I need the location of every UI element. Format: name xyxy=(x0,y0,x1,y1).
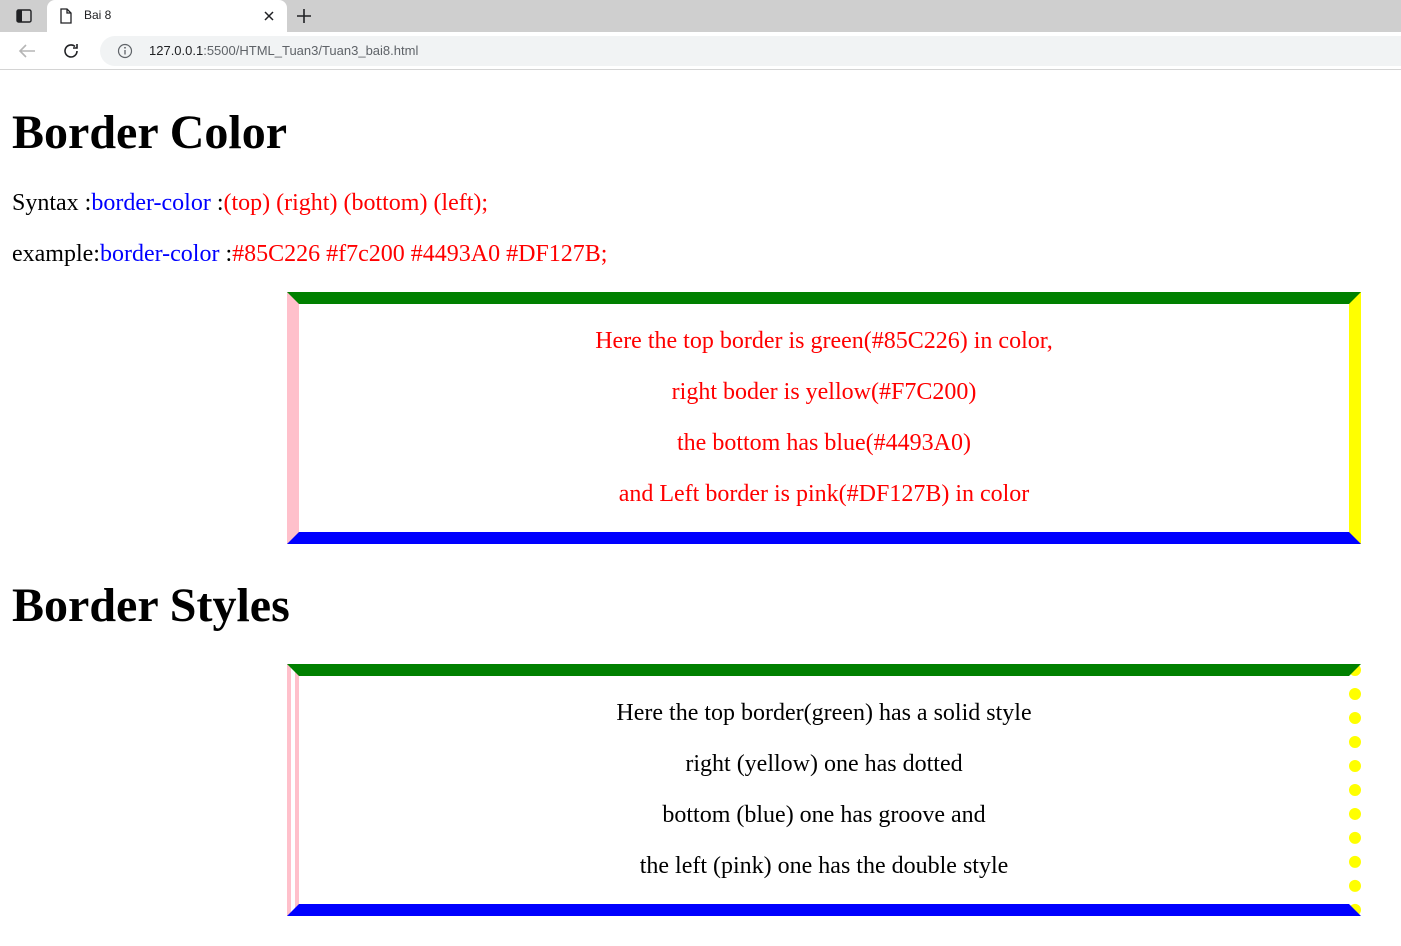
address-bar[interactable]: 127.0.0.1:5500/HTML_Tuan3/Tuan3_bai8.htm… xyxy=(100,36,1401,66)
example-label: example: xyxy=(12,241,100,267)
box-line: bottom (blue) one has groove and xyxy=(662,802,986,828)
back-arrow-icon[interactable] xyxy=(16,40,38,62)
example-line: example:border-color :#85C226 #f7c200 #4… xyxy=(12,242,607,266)
syntax-value: (top) (right) (bottom) (left); xyxy=(223,190,489,216)
tab-strip: Bai 8 xyxy=(0,0,1401,32)
box-line: the left (pink) one has the double style xyxy=(639,853,1009,879)
page-icon xyxy=(59,8,73,24)
example-property: border-color xyxy=(99,241,220,267)
syntax-separator: : xyxy=(210,190,224,216)
info-icon[interactable] xyxy=(117,43,133,59)
close-icon[interactable] xyxy=(261,8,277,24)
active-tab[interactable]: Bai 8 xyxy=(47,0,287,32)
box-line: Here the top border(green) has a solid s… xyxy=(616,700,1032,726)
reload-icon[interactable] xyxy=(60,40,82,62)
box-line: right boder is yellow(#F7C200) xyxy=(671,379,977,405)
border-color-demo-box: Here the top border is green(#85C226) in… xyxy=(287,292,1361,544)
heading-border-color: Border Color xyxy=(12,106,288,159)
url-path: :5500/HTML_Tuan3/Tuan3_bai8.html xyxy=(203,43,419,58)
page-content: Border Color Syntax :border-color :(top)… xyxy=(0,71,1401,946)
syntax-label: Syntax : xyxy=(12,190,92,216)
tab-actions-icon[interactable] xyxy=(10,4,38,28)
border-styles-demo-box: Here the top border(green) has a solid s… xyxy=(287,664,1361,916)
box-line: and Left border is pink(#DF127B) in colo… xyxy=(618,481,1030,507)
tab-title: Bai 8 xyxy=(84,8,112,22)
box-line: the bottom has blue(#4493A0) xyxy=(677,430,971,456)
heading-border-styles: Border Styles xyxy=(12,579,290,632)
example-value: #85C226 #f7c200 #4493A0 #DF127B; xyxy=(232,241,608,267)
box-line: Here the top border is green(#85C226) in… xyxy=(595,328,1053,354)
example-separator: : xyxy=(219,241,233,267)
url-text: 127.0.0.1:5500/HTML_Tuan3/Tuan3_bai8.htm… xyxy=(149,43,418,58)
box-line: right (yellow) one has dotted xyxy=(685,751,963,777)
url-host: 127.0.0.1 xyxy=(149,43,204,58)
browser-toolbar: 127.0.0.1:5500/HTML_Tuan3/Tuan3_bai8.htm… xyxy=(0,32,1401,70)
new-tab-icon[interactable] xyxy=(292,5,316,27)
syntax-property: border-color xyxy=(91,190,211,216)
syntax-line: Syntax :border-color :(top) (right) (bot… xyxy=(12,191,488,215)
